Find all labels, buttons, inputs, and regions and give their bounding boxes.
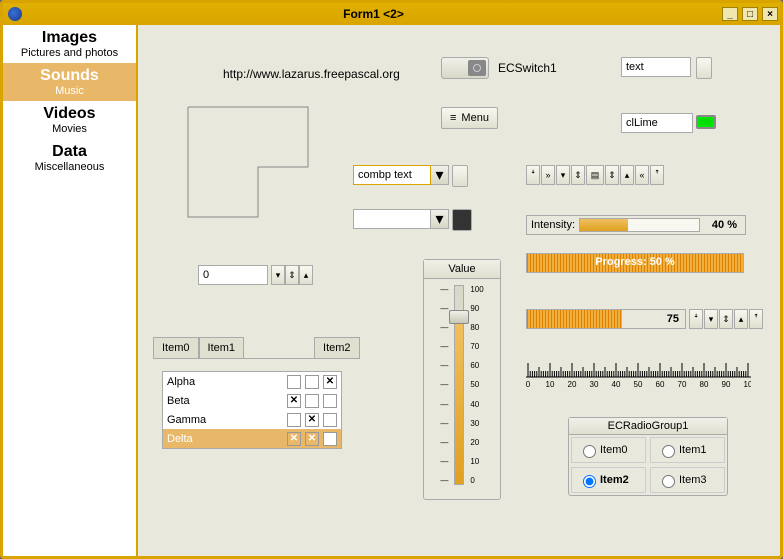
svg-text:20: 20 — [568, 380, 577, 389]
tab-bar: Item0 Item1 Item2 — [153, 337, 360, 359]
sidebar-item-images[interactable]: Images Pictures and photos — [3, 25, 136, 63]
app-icon — [8, 7, 22, 21]
svg-text:50: 50 — [634, 380, 643, 389]
maximize-button[interactable]: □ — [742, 7, 758, 21]
tab-item0[interactable]: Item0 — [153, 337, 199, 359]
list-item: Gamma✕ — [163, 410, 341, 429]
combo-empty[interactable]: ▾ — [353, 209, 472, 231]
spin-updown[interactable]: ⇕ — [285, 265, 299, 285]
button-row: ꜜ » ▾ ⇕ ▤ ⇕ ▴ « ꜛ — [526, 165, 664, 185]
svg-text:90: 90 — [722, 380, 731, 389]
svg-text:60: 60 — [656, 380, 665, 389]
btn-up[interactable]: ▴ — [734, 309, 748, 329]
btn-updown[interactable]: ⇕ — [719, 309, 733, 329]
chevron-down-icon[interactable]: ▾ — [431, 209, 449, 229]
combo-dark-button[interactable] — [452, 209, 472, 231]
color-led — [696, 115, 716, 129]
btn-up-double[interactable]: « — [635, 165, 649, 185]
titlebar[interactable]: Form1 <2> _ □ × — [3, 3, 780, 25]
btn-first[interactable]: ꜜ — [689, 309, 703, 329]
btn-first[interactable]: ꜜ — [526, 165, 540, 185]
link-label[interactable]: http://www.lazarus.freepascal.org — [223, 67, 400, 81]
close-button[interactable]: × — [762, 7, 778, 21]
posbar-buttons: ꜜ ▾ ⇕ ▴ ꜛ — [689, 309, 763, 329]
minimize-button[interactable]: _ — [722, 7, 738, 21]
sidebar-item-sounds[interactable]: Sounds Music — [3, 63, 136, 101]
sidebar-item-videos[interactable]: Videos Movies — [3, 101, 136, 139]
bevel-shape — [178, 97, 328, 227]
ec-switch[interactable] — [441, 57, 489, 79]
svg-text:80: 80 — [700, 380, 709, 389]
tab-gap — [244, 337, 314, 359]
radio-item2[interactable]: Item2 — [571, 467, 646, 493]
svg-text:10: 10 — [744, 380, 751, 389]
window-title: Form1 <2> — [27, 7, 720, 21]
svg-text:10: 10 — [546, 380, 555, 389]
switch-label: ECSwitch1 — [498, 61, 557, 75]
radio-item0[interactable]: Item0 — [571, 437, 646, 463]
ruler: 0 10 20 30 40 50 60 70 80 90 10 — [526, 359, 751, 395]
radio-item1[interactable]: Item1 — [650, 437, 725, 463]
chevron-down-icon[interactable]: ▾ — [431, 165, 449, 185]
list-item: Alpha✕ — [163, 372, 341, 391]
sidebar-item-data[interactable]: Data Miscellaneous — [3, 139, 136, 177]
spin-up[interactable]: ▴ — [299, 265, 313, 285]
btn-up[interactable]: ▴ — [620, 165, 634, 185]
btn-menu[interactable]: ▤ — [586, 165, 604, 185]
btn-last[interactable]: ꜛ — [749, 309, 763, 329]
btn-down[interactable]: ▾ — [704, 309, 718, 329]
btn-updown2[interactable]: ⇕ — [605, 165, 619, 185]
text-input-button[interactable] — [696, 57, 712, 79]
list-item: Delta✕✕ — [163, 429, 341, 448]
color-input[interactable] — [621, 113, 693, 133]
list-item: Beta✕ — [163, 391, 341, 410]
spin-down[interactable]: ▾ — [271, 265, 285, 285]
check-list[interactable]: Alpha✕ Beta✕ Gamma✕ Delta✕✕ — [162, 371, 342, 449]
svg-text:0: 0 — [526, 380, 531, 389]
intensity-bar[interactable]: Intensity: 40 % — [526, 215, 746, 235]
combo-text[interactable]: ▾ — [353, 165, 468, 187]
spin-edit[interactable]: ▾ ⇕ ▴ — [198, 265, 313, 285]
svg-text:70: 70 — [678, 380, 687, 389]
slider-knob[interactable] — [449, 310, 469, 324]
btn-down-double[interactable]: » — [541, 165, 555, 185]
radio-item3[interactable]: Item3 — [650, 467, 725, 493]
text-input[interactable] — [621, 57, 691, 77]
svg-text:30: 30 — [590, 380, 599, 389]
radio-group: ECRadioGroup1 Item0 Item1 Item2 Item3 — [568, 417, 728, 496]
btn-down[interactable]: ▾ — [556, 165, 570, 185]
tab-item2[interactable]: Item2 — [314, 337, 360, 359]
value-slider[interactable]: Value ——————————— 1009080706050403020100 — [423, 259, 501, 500]
menu-icon: ≡ — [450, 112, 456, 124]
combo-side-button[interactable] — [452, 165, 468, 187]
btn-last[interactable]: ꜛ — [650, 165, 664, 185]
svg-text:40: 40 — [612, 380, 621, 389]
sidebar: Images Pictures and photos Sounds Music … — [3, 25, 138, 556]
position-bar[interactable]: 75 — [526, 309, 686, 329]
progress-bar: Progress: 50 % — [526, 253, 744, 273]
menu-button[interactable]: ≡ Menu — [441, 107, 498, 129]
btn-updown[interactable]: ⇕ — [571, 165, 585, 185]
tab-item1[interactable]: Item1 — [199, 337, 245, 359]
